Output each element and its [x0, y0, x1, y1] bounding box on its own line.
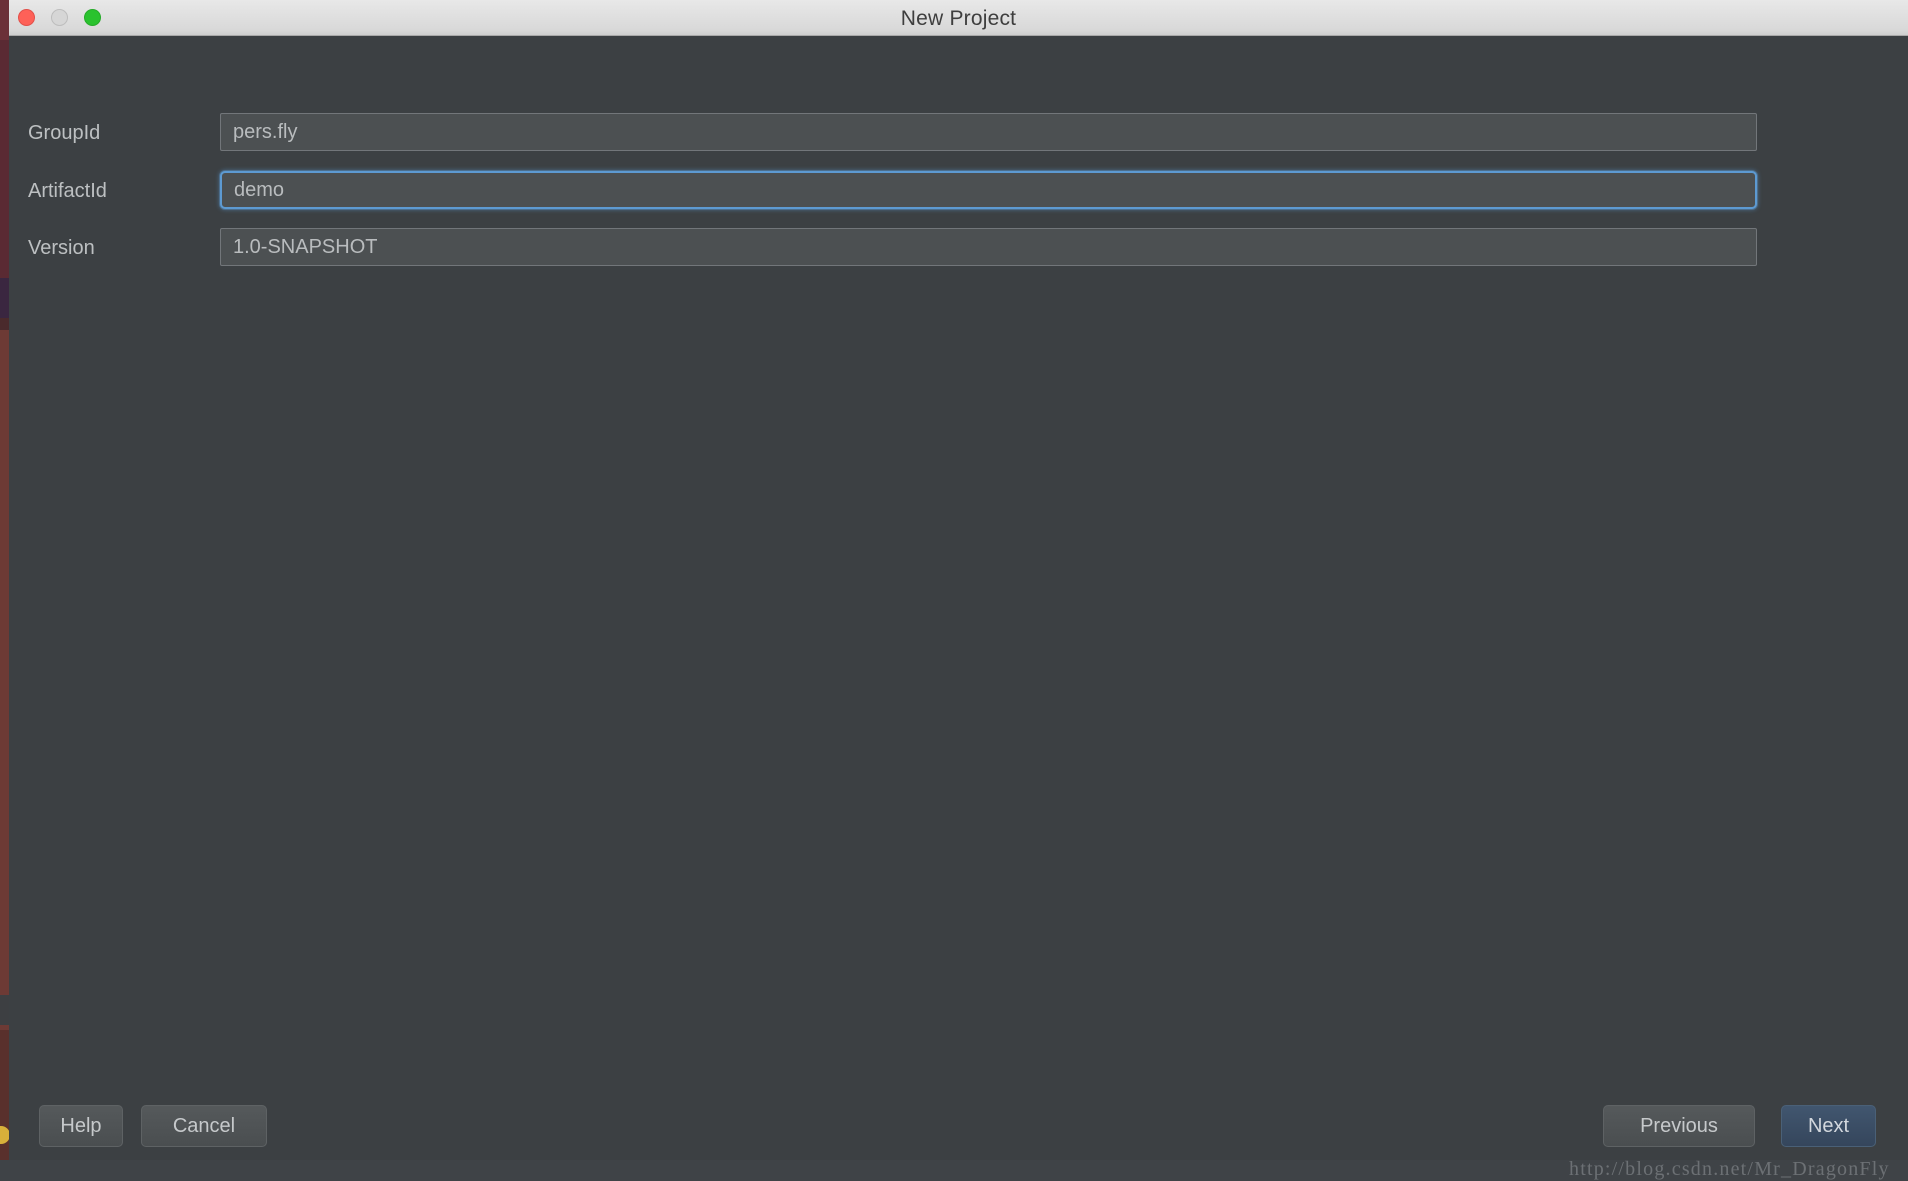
titlebar: New Project: [9, 0, 1908, 36]
groupid-label: GroupId: [28, 122, 101, 144]
form-row-groupid: GroupId: [9, 113, 1908, 153]
groupid-input[interactable]: [220, 113, 1757, 151]
form-row-artifactid: ArtifactId: [9, 171, 1908, 211]
background-window-edge-accent-2: [0, 995, 9, 1025]
previous-button[interactable]: Previous: [1603, 1105, 1755, 1147]
watermark-text: http://blog.csdn.net/Mr_DragonFly: [1569, 1158, 1890, 1180]
version-label: Version: [28, 237, 95, 259]
background-window-edge: [0, 0, 9, 1160]
window-title: New Project: [900, 7, 1017, 30]
background-window-edge-accent: [0, 278, 9, 318]
next-button[interactable]: Next: [1781, 1105, 1876, 1147]
new-project-dialog: New Project GroupId ArtifactId Version H…: [9, 0, 1908, 1180]
help-button[interactable]: Help: [39, 1105, 123, 1147]
cancel-button[interactable]: Cancel: [141, 1105, 267, 1147]
version-input[interactable]: [220, 228, 1757, 266]
dialog-content: GroupId ArtifactId Version Help Cancel P…: [9, 36, 1908, 1180]
artifactid-label: ArtifactId: [28, 180, 107, 202]
artifactid-input[interactable]: [220, 171, 1757, 209]
form-row-version: Version: [9, 228, 1908, 268]
